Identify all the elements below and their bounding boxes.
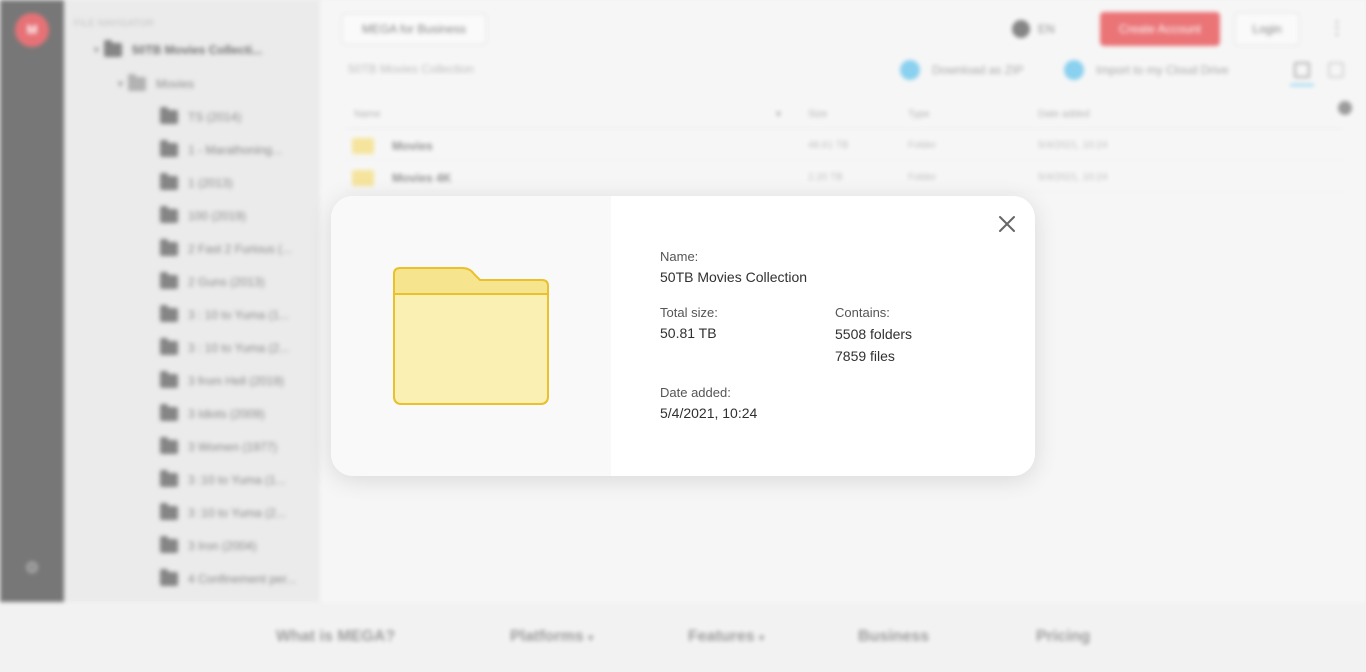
contains-label: Contains:	[835, 305, 890, 320]
dialog-preview-pane	[331, 196, 611, 476]
close-icon[interactable]	[995, 212, 1019, 236]
contains-files-value: 7859 files	[835, 348, 895, 364]
folder-properties-dialog: Name: 50TB Movies Collection Total size:…	[331, 196, 1035, 476]
contains-folders-value: 5508 folders	[835, 326, 913, 342]
total-size-label: Total size:	[660, 305, 718, 320]
folder-icon	[393, 267, 549, 405]
name-label: Name:	[660, 249, 699, 264]
name-value: 50TB Movies Collection	[660, 269, 808, 285]
date-added-label: Date added:	[660, 385, 731, 400]
date-added-value: 5/4/2021, 10:24	[660, 405, 758, 421]
total-size-value: 50.81 TB	[660, 325, 717, 341]
